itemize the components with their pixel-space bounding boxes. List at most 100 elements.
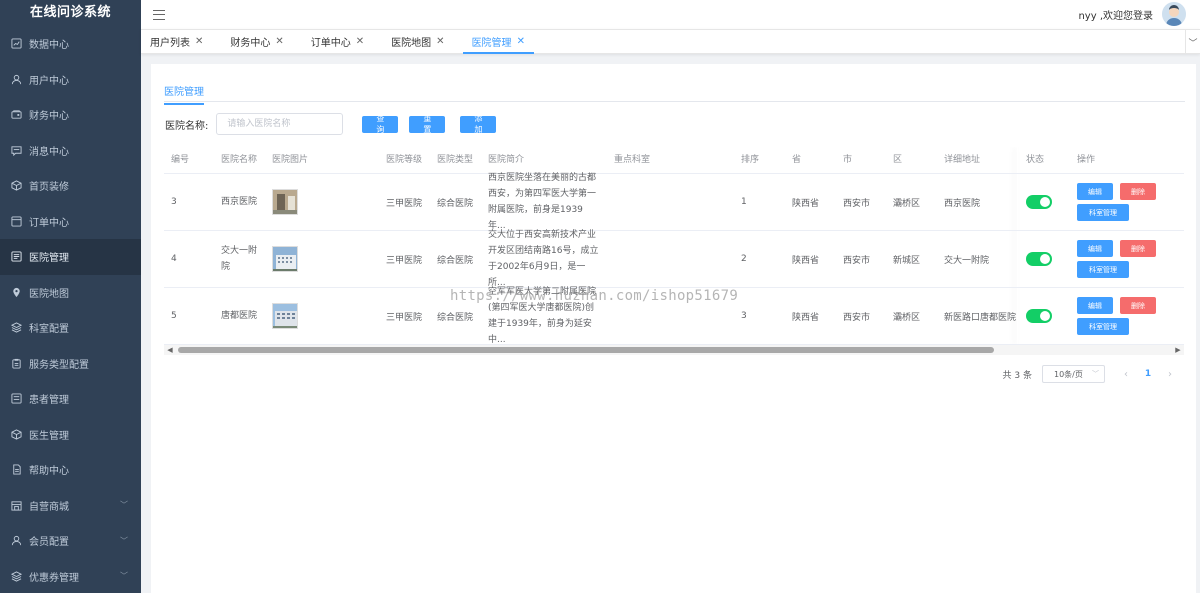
close-icon[interactable]: ✕ [195,36,203,47]
sidebar-item-hospital-map[interactable]: 医院地图 [0,275,141,311]
sidebar-item-hospital-management[interactable]: 医院管理 [0,239,141,275]
scrollbar-thumb[interactable] [178,347,994,353]
hospital-image[interactable] [272,303,298,329]
coupon-icon [11,571,22,582]
column-header: 重点科室 [614,155,651,165]
sidebar-item-service-type-config[interactable]: 服务类型配置 [0,346,141,382]
hospital-name-input[interactable] [216,113,344,135]
prev-page-icon[interactable]: ‹ [1117,369,1135,380]
tab-hospital-management[interactable]: 医院管理 ✕ [462,30,535,54]
department-management-button[interactable]: 科室管理 [1077,318,1129,335]
add-button[interactable]: 添加 [460,114,497,134]
help-icon [11,464,22,475]
cell-actions: 编辑 删除 科室管理 [1077,231,1156,287]
query-button[interactable]: 查询 [362,114,399,134]
cell-type: 综合医院 [437,255,474,266]
cell-id: 4 [171,254,177,264]
close-icon[interactable]: ✕ [436,36,444,47]
close-icon[interactable]: ✕ [356,36,364,47]
clipboard-icon [11,358,22,369]
column-header: 省 [792,155,802,165]
avatar[interactable] [1162,2,1186,26]
total-count: 共 3 条 [1002,370,1032,381]
hospital-image[interactable] [272,246,298,272]
layers-icon [11,322,22,333]
sidebar-item-patient-management[interactable]: 患者管理 [0,381,141,417]
sidebar: 在线问诊系统 数据中心 用户中心 财务中心 消息中心 首页装修 订单中心 医院管… [0,0,141,593]
delete-button[interactable]: 删除 [1120,240,1156,257]
delete-button[interactable]: 删除 [1120,297,1156,314]
department-management-button[interactable]: 科室管理 [1077,204,1129,221]
shop-icon [11,500,22,511]
tab-label: 用户列表 [150,38,190,49]
scroll-left-icon[interactable]: ◀ [166,346,174,354]
sidebar-item-doctor-management[interactable]: 医生管理 [0,417,141,453]
chevron-down-icon: ﹀ [120,571,128,581]
page-number[interactable]: 1 [1139,369,1157,379]
page-size-select[interactable]: 10条/页 ﹀ [1042,365,1105,383]
edit-button[interactable]: 编辑 [1077,240,1113,257]
sidebar-item-help-center[interactable]: 帮助中心 [0,452,141,488]
next-page-icon[interactable]: › [1161,369,1179,380]
edit-button[interactable]: 编辑 [1077,183,1113,200]
sidebar-item-user-center[interactable]: 用户中心 [0,62,141,98]
table-row: 4 交大一附院 三甲医院 综合医院 交大位于西安高新技术产业开发区团结南路16号… [164,230,1184,288]
chart-icon [11,38,22,49]
tab-hospital-map[interactable]: 医院地图 ✕ [382,30,453,53]
doctor-icon [11,429,22,440]
order-icon [11,216,22,227]
column-header: 区 [893,155,903,165]
cell-district: 新城区 [893,255,921,266]
close-icon[interactable]: ✕ [517,36,525,47]
cell-id: 5 [171,311,177,321]
cell-status [1026,174,1052,230]
chevron-down-icon[interactable]: ﹀ [1185,30,1200,54]
sidebar-item-label: 服务类型配置 [29,359,89,371]
sidebar-item-label: 患者管理 [29,395,69,407]
map-pin-icon [11,287,22,298]
sidebar-item-label: 首页装修 [29,182,69,194]
status-switch[interactable] [1026,195,1052,209]
sidebar-item-finance-center[interactable]: 财务中心 [0,97,141,133]
hospital-description: 西京医院坐落在美丽的古都西安，为第四军医大学第一附属医院，前身是1939年... [488,173,597,231]
sidebar-item-member-config[interactable]: 会员配置 ﹀ [0,523,141,559]
sidebar-item-order-center[interactable]: 订单中心 [0,204,141,240]
cell-actions: 编辑 删除 科室管理 [1077,288,1156,344]
cell-level: 三甲医院 [386,255,423,266]
chevron-down-icon: ﹀ [1092,370,1099,378]
sidebar-item-data-center[interactable]: 数据中心 [0,26,141,62]
column-header: 医院等级 [386,155,423,165]
top-header: nyy ,欢迎您登录 [141,0,1200,29]
sidebar-item-department-config[interactable]: 科室配置 [0,310,141,346]
reset-button[interactable]: 重置 [409,114,446,134]
department-management-button[interactable]: 科室管理 [1077,261,1129,278]
pagination: 共 3 条 10条/页 ﹀ ‹ 1 › [1003,365,1179,383]
status-switch[interactable] [1026,309,1052,323]
user-area: nyy ,欢迎您登录 [1078,2,1186,26]
tab-order-center[interactable]: 订单中心 ✕ [302,30,373,53]
sidebar-item-label: 医院管理 [29,253,69,265]
column-header: 详细地址 [944,155,981,165]
sidebar-item-message-center[interactable]: 消息中心 [0,133,141,169]
avatar-icon [1162,2,1186,26]
cell-status [1026,231,1052,287]
sidebar-item-coupon-management[interactable]: 优惠券管理 ﹀ [0,559,141,593]
delete-button[interactable]: 删除 [1120,183,1156,200]
list-icon [11,251,22,262]
horizontal-scrollbar[interactable]: ◀ ▶ [164,345,1184,355]
scroll-right-icon[interactable]: ▶ [1174,346,1182,354]
sidebar-item-self-mall[interactable]: 自营商城 ﹀ [0,488,141,524]
column-header: 医院类型 [437,155,474,165]
edit-button[interactable]: 编辑 [1077,297,1113,314]
tab-finance-center[interactable]: 财务中心 ✕ [221,30,292,53]
sidebar-item-home-decoration[interactable]: 首页装修 [0,168,141,204]
status-switch[interactable] [1026,252,1052,266]
sidebar-item-label: 优惠券管理 [29,572,79,584]
tab-label: 医院管理 [471,38,512,49]
menu-toggle-icon[interactable] [153,9,165,20]
close-icon[interactable]: ✕ [275,36,283,47]
cell-status [1026,288,1052,344]
tab-user-list[interactable]: 用户列表 ✕ [141,30,212,53]
app-title: 在线问诊系统 [29,5,111,20]
hospital-image[interactable] [272,189,298,215]
